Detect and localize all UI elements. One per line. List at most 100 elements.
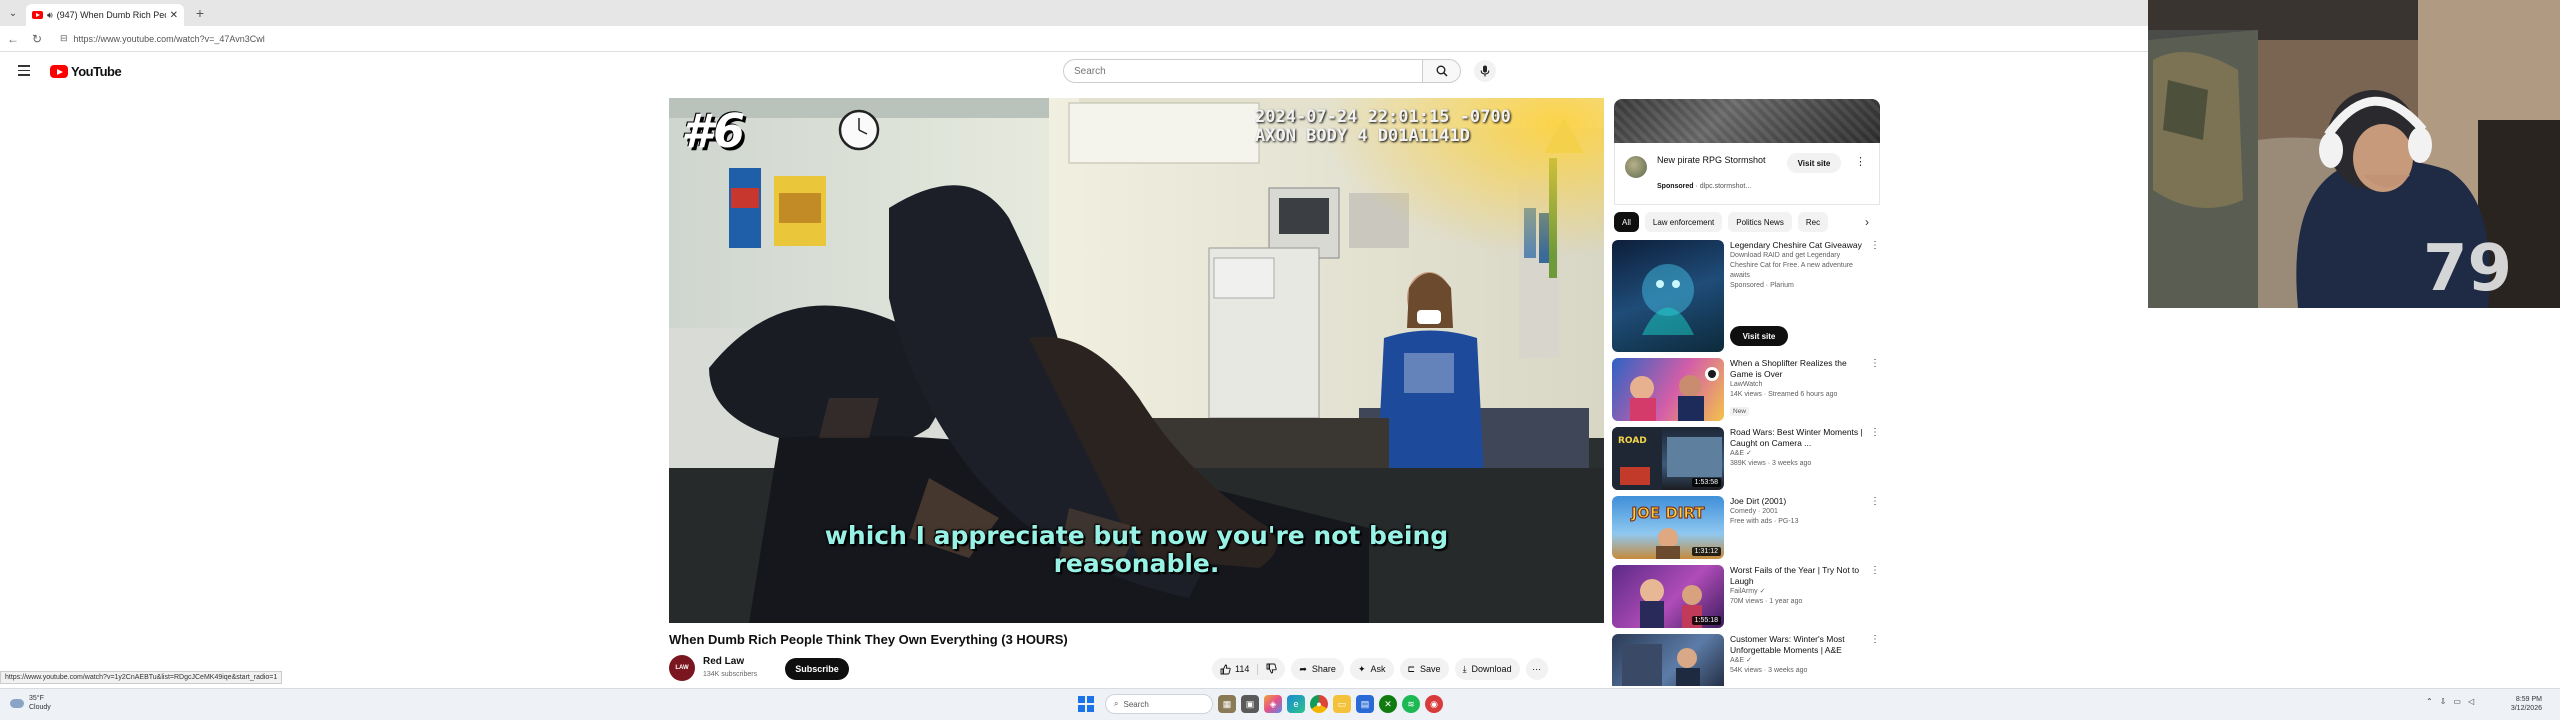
taskbar-clock[interactable]: 8:59 PM 3/12/2026 — [2502, 695, 2542, 713]
more-vert-icon[interactable]: ⋮ — [1870, 496, 1880, 507]
photos-app-icon[interactable]: ◈ — [1264, 695, 1282, 713]
search-input[interactable] — [1074, 65, 1422, 77]
youtube-wordmark: YouTube — [71, 64, 122, 79]
new-tab-button[interactable]: + — [190, 3, 210, 23]
discord-app-icon[interactable]: ◉ — [1425, 695, 1443, 713]
volume-icon[interactable]: ◁ — [2468, 697, 2474, 706]
channel-avatar[interactable]: LAW — [669, 655, 695, 681]
sponsored-recommendation[interactable]: Legendary Cheshire Cat Giveaway Download… — [1612, 240, 1884, 352]
verified-icon: ✓ — [1745, 450, 1752, 457]
rec-title[interactable]: Legendary Cheshire Cat Giveaway — [1730, 240, 1868, 251]
more-vert-icon[interactable]: ⋮ — [1855, 155, 1866, 168]
weather-widget[interactable]: 35°F Cloudy — [10, 694, 51, 712]
video-thumbnail[interactable] — [1612, 634, 1724, 686]
rec-title[interactable]: Worst Fails of the Year | Try Not to Lau… — [1730, 565, 1868, 587]
rec-info: When a Shoplifter Realizes the Game is O… — [1730, 358, 1868, 418]
widgets-icon[interactable]: ▦ — [1218, 695, 1236, 713]
more-vert-icon[interactable]: ⋮ — [1870, 427, 1880, 438]
more-vert-icon[interactable]: ⋮ — [1870, 634, 1880, 645]
chevron-up-icon[interactable]: ⌃ — [2426, 697, 2433, 706]
recommendation-item[interactable]: Customer Wars: Winter's Most Unforgettab… — [1612, 634, 1884, 686]
more-vert-icon[interactable]: ⋮ — [1870, 565, 1880, 576]
more-vert-icon[interactable]: ⋮ — [1870, 358, 1880, 369]
share-icon: ➦ — [1299, 663, 1307, 674]
more-actions-button[interactable]: ⋯ — [1525, 658, 1548, 680]
xbox-app-icon[interactable]: ✕ — [1379, 695, 1397, 713]
browser-address-bar: ← ↻ ⊟ https://www.youtube.com/watch?v=_4… — [0, 26, 2148, 52]
voice-search-button[interactable] — [1474, 60, 1496, 82]
ask-button[interactable]: ✦ Ask — [1349, 658, 1394, 680]
chip-politics-news[interactable]: Politics News — [1728, 212, 1792, 232]
video-thumbnail[interactable] — [1612, 358, 1724, 421]
chip-recent[interactable]: Rec — [1797, 212, 1829, 232]
tab-list-chevron-icon[interactable]: ⌄ — [0, 0, 26, 26]
share-button[interactable]: ➦ Share — [1291, 658, 1344, 680]
chevron-right-icon[interactable]: › — [1858, 213, 1876, 231]
search-button[interactable] — [1423, 59, 1461, 83]
spotify-app-icon[interactable]: ≋ — [1402, 695, 1420, 713]
like-dislike-group: 114 — [1212, 658, 1286, 680]
network-icon[interactable]: ▭ — [2453, 697, 2461, 706]
rec-visit-site-button[interactable]: Visit site — [1730, 326, 1788, 346]
rec-title[interactable]: Road Wars: Best Winter Moments | Caught … — [1730, 427, 1868, 449]
video-thumbnail[interactable]: JOE DIRT 1:31:12 — [1612, 496, 1724, 559]
recommendation-item[interactable]: ROAD 1:53:58 Road Wars: Best Winter Mome… — [1612, 427, 1884, 491]
rec-title[interactable]: When a Shoplifter Realizes the Game is O… — [1730, 358, 1868, 380]
browser-tab-youtube[interactable]: 🔊︎ (947) When Dumb Rich Peopl ✕ — [26, 4, 184, 26]
search-box[interactable] — [1063, 59, 1423, 83]
chip-law-enforcement[interactable]: Law enforcement — [1644, 212, 1723, 232]
recommendation-item[interactable]: When a Shoplifter Realizes the Game is O… — [1612, 358, 1884, 422]
sponsored-label: Sponsored — [1657, 183, 1694, 190]
bodycam-device-line: AXON BODY 4 D01A1141D — [1255, 126, 1470, 146]
url-field[interactable]: ⊟ https://www.youtube.com/watch?v=_47Avn… — [54, 30, 2014, 48]
weather-temp: 35°F — [29, 695, 44, 702]
site-info-icon[interactable]: ⊟ — [60, 33, 68, 44]
rec-title[interactable]: Customer Wars: Winter's Most Unforgettab… — [1730, 634, 1868, 656]
new-badge: New — [1730, 407, 1750, 416]
browser-tabbar: ⌄ 🔊︎ (947) When Dumb Rich Peopl ✕ + — [0, 0, 2148, 26]
recommendation-item[interactable]: 1:55:18 Worst Fails of the Year | Try No… — [1612, 565, 1884, 629]
video-duration: 1:31:12 — [1691, 547, 1721, 556]
usb-icon[interactable]: ⇩ — [2440, 697, 2447, 706]
ad-title[interactable]: New pirate RPG Stormshot — [1657, 154, 1772, 166]
subscribe-button[interactable]: Subscribe — [785, 658, 849, 680]
speaker-icon[interactable]: 🔊︎ — [47, 10, 53, 21]
rec-channel[interactable]: LawWatch — [1730, 380, 1868, 390]
chrome-browser-icon[interactable]: ● — [1310, 695, 1328, 713]
edge-browser-icon[interactable]: e — [1287, 695, 1305, 713]
advertiser-avatar — [1625, 156, 1647, 178]
channel-name[interactable]: Red Law — [703, 656, 744, 667]
reload-icon[interactable]: ↻ — [26, 28, 48, 50]
like-button[interactable]: 114 — [1212, 663, 1259, 675]
dislike-button[interactable] — [1258, 663, 1285, 676]
file-explorer-icon[interactable]: ▭ — [1333, 695, 1351, 713]
youtube-favicon-icon — [32, 11, 43, 19]
rec-channel[interactable]: A&E ✓ — [1730, 656, 1868, 666]
youtube-logo[interactable]: YouTube — [50, 64, 122, 79]
video-player[interactable]: #6 2024-07-24 22:01:15 -0700 AXON BODY 4… — [669, 98, 1604, 623]
rec-info: Legendary Cheshire Cat Giveaway Download… — [1730, 240, 1868, 291]
back-arrow-icon[interactable]: ← — [2, 28, 24, 50]
video-thumbnail[interactable]: 1:55:18 — [1612, 565, 1724, 628]
video-duration: 1:55:18 — [1691, 616, 1721, 625]
close-tab-icon[interactable]: ✕ — [170, 10, 178, 21]
chip-all[interactable]: All — [1614, 212, 1639, 232]
store-app-icon[interactable]: ▤ — [1356, 695, 1374, 713]
ad-banner-image[interactable] — [1614, 99, 1880, 143]
hamburger-icon[interactable] — [18, 65, 30, 76]
task-view-icon[interactable]: ▣ — [1241, 695, 1259, 713]
video-thumbnail[interactable]: ROAD 1:53:58 — [1612, 427, 1724, 490]
recommendation-item[interactable]: JOE DIRT 1:31:12 Joe Dirt (2001) Comedy … — [1612, 496, 1884, 560]
save-button[interactable]: ⊏ Save — [1399, 658, 1449, 680]
windows-start-icon[interactable] — [1078, 696, 1094, 712]
ad-card[interactable]: New pirate RPG Stormshot Sponsored · dlp… — [1614, 143, 1880, 205]
rec-channel[interactable]: FailArmy ✓ — [1730, 587, 1868, 597]
rec-title[interactable]: Joe Dirt (2001) — [1730, 496, 1868, 507]
taskbar-search[interactable]: ⌕ Search — [1105, 694, 1213, 714]
rec-info: Road Wars: Best Winter Moments | Caught … — [1730, 427, 1868, 469]
download-button[interactable]: ⤓ Download — [1454, 658, 1520, 680]
rec-channel[interactable]: A&E ✓ — [1730, 449, 1868, 459]
video-thumbnail[interactable] — [1612, 240, 1724, 352]
more-vert-icon[interactable]: ⋮ — [1870, 240, 1880, 251]
ad-visit-site-button[interactable]: Visit site — [1787, 153, 1841, 173]
